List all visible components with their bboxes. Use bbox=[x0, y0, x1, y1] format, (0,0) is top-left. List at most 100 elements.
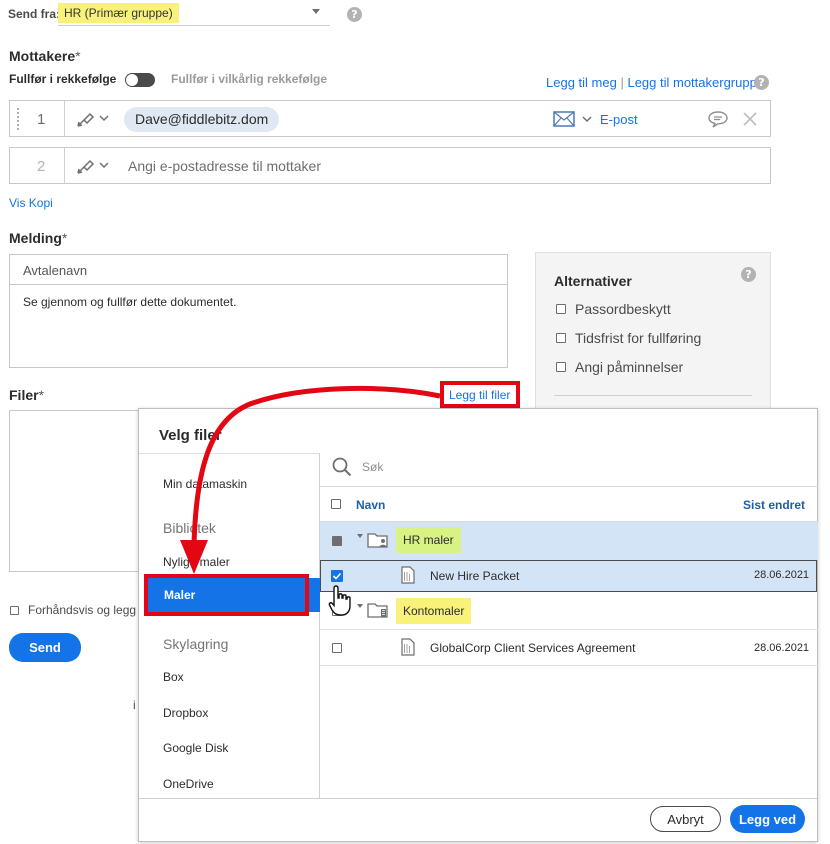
expand-arrow-icon[interactable] bbox=[357, 604, 363, 608]
row-checkbox-checked[interactable] bbox=[331, 570, 343, 582]
chevron-down-icon bbox=[312, 9, 320, 14]
preview-label: Forhåndsvis og legg bbox=[28, 603, 137, 617]
drag-handle-icon[interactable] bbox=[17, 108, 19, 130]
agreement-name-placeholder: Avtalenavn bbox=[23, 263, 88, 278]
signer-role-dropdown[interactable] bbox=[76, 157, 116, 175]
signer-role-dropdown[interactable] bbox=[76, 110, 116, 128]
recipients-title: Mottakere* bbox=[9, 48, 81, 64]
divider bbox=[64, 148, 65, 183]
attach-button[interactable]: Legg ved bbox=[730, 805, 805, 833]
help-icon[interactable]: ? bbox=[754, 75, 769, 90]
file-row-new-hire[interactable]: New Hire Packet 28.06.2021 bbox=[320, 560, 817, 592]
hand-cursor-icon bbox=[328, 585, 351, 616]
message-title: Melding* bbox=[9, 230, 67, 246]
dialog-nav: Min datamaskin Bibliotek Nylige maler Sk… bbox=[139, 453, 320, 798]
options-panel: Alternativer ? Passordbeskytt Tidsfrist … bbox=[535, 252, 771, 412]
recipient-number: 1 bbox=[37, 111, 46, 128]
search-input[interactable]: Søk bbox=[362, 460, 383, 474]
show-cc-link[interactable]: Vis Kopi bbox=[9, 196, 53, 210]
add-files-link-frame: Legg til filer bbox=[440, 381, 520, 408]
help-icon[interactable]: ? bbox=[741, 267, 756, 282]
user-folder-icon bbox=[367, 533, 388, 548]
preview-option[interactable]: Forhåndsvis og legg bbox=[10, 603, 136, 617]
folder-row-kontomaler[interactable]: Kontomaler bbox=[320, 593, 818, 630]
add-links: Legg til meg | Legg til mottakergruppe bbox=[546, 75, 764, 90]
checkbox[interactable] bbox=[556, 333, 566, 343]
checkbox[interactable] bbox=[10, 605, 19, 615]
option-password[interactable]: Passordbeskytt bbox=[556, 301, 671, 317]
sender-select[interactable]: HR (Primær gruppe) bbox=[58, 0, 330, 26]
chevron-down-icon bbox=[99, 115, 109, 122]
message-title-text: Melding bbox=[9, 230, 62, 246]
recipient-email-input[interactable]: Angi e-postadresse til mottaker bbox=[128, 158, 321, 174]
nav-my-computer[interactable]: Min datamaskin bbox=[163, 477, 247, 491]
file-row-globalcorp[interactable]: GlobalCorp Client Services Agreement 28.… bbox=[320, 630, 818, 666]
order-toggle[interactable] bbox=[125, 73, 155, 87]
nav-recent-templates[interactable]: Nylige maler bbox=[163, 555, 230, 569]
close-icon[interactable] bbox=[742, 111, 758, 127]
options-title: Alternativer bbox=[554, 273, 632, 289]
help-icon[interactable]: ? bbox=[347, 7, 362, 22]
agreement-name-input[interactable]: Avtalenavn bbox=[9, 254, 508, 285]
cancel-button[interactable]: Avbryt bbox=[650, 806, 721, 832]
add-me-link[interactable]: Legg til meg bbox=[546, 75, 617, 90]
option-reminders[interactable]: Angi påminnelser bbox=[556, 359, 683, 375]
nav-selection-strip bbox=[309, 578, 320, 612]
message-body-text: Se gjennom og fullfør dette dokumentet. bbox=[23, 295, 237, 309]
option-label: Passordbeskytt bbox=[575, 301, 671, 317]
sender-label: Send fra: bbox=[8, 7, 61, 21]
checkbox[interactable] bbox=[556, 304, 566, 314]
add-files-link[interactable]: Legg til filer bbox=[449, 388, 510, 402]
sender-value: HR (Primær gruppe) bbox=[58, 3, 179, 23]
recipient-email-chip[interactable]: Dave@fiddlebitz.dom bbox=[124, 107, 280, 132]
files-dropzone[interactable] bbox=[9, 410, 149, 572]
nav-templates[interactable]: Maler bbox=[148, 578, 305, 612]
any-order-label[interactable]: Fullfør i vilkårlig rekkefølge bbox=[171, 72, 327, 86]
divider bbox=[320, 486, 818, 487]
pen-nib-icon bbox=[77, 159, 95, 174]
order-label: Fullfør i rekkefølge bbox=[9, 72, 117, 86]
folder-row-hr[interactable]: HR maler bbox=[320, 522, 818, 560]
chevron-down-icon[interactable] bbox=[581, 115, 593, 125]
recipient-row-2: 2 Angi e-postadresse til mottaker bbox=[9, 147, 771, 184]
expand-arrow-icon[interactable] bbox=[357, 534, 363, 538]
comment-icon[interactable] bbox=[707, 110, 729, 128]
nav-dropbox[interactable]: Dropbox bbox=[163, 706, 208, 720]
option-deadline[interactable]: Tidsfrist for fullføring bbox=[556, 330, 701, 346]
column-modified[interactable]: Sist endret bbox=[743, 498, 805, 512]
delivery-method[interactable]: E-post bbox=[600, 112, 638, 127]
nav-google-drive[interactable]: Google Disk bbox=[163, 741, 228, 755]
building-folder-icon bbox=[367, 603, 388, 618]
message-body-textarea[interactable]: Se gjennom og fullfør dette dokumentet. bbox=[9, 284, 508, 368]
pen-nib-icon bbox=[77, 112, 95, 127]
document-icon bbox=[401, 566, 415, 584]
row-checkbox[interactable] bbox=[332, 536, 342, 546]
option-label: Tidsfrist for fullføring bbox=[575, 330, 702, 346]
required-mark: * bbox=[38, 387, 45, 403]
dialog-title: Velg filer bbox=[159, 427, 222, 444]
divider bbox=[554, 395, 752, 396]
row-checkbox[interactable] bbox=[332, 643, 342, 653]
file-name: GlobalCorp Client Services Agreement bbox=[430, 641, 636, 655]
search-icon bbox=[332, 457, 352, 477]
folder-name: Kontomaler bbox=[396, 598, 472, 624]
nav-box[interactable]: Box bbox=[163, 670, 184, 684]
nav-library-heading: Bibliotek bbox=[163, 520, 216, 536]
file-name: New Hire Packet bbox=[430, 569, 520, 583]
chevron-down-icon bbox=[99, 162, 109, 169]
send-button[interactable]: Send bbox=[9, 633, 81, 662]
toggle-knob bbox=[126, 74, 138, 86]
select-files-dialog: Velg filer Min datamaskin Bibliotek Nyli… bbox=[138, 408, 818, 842]
checkbox[interactable] bbox=[556, 362, 566, 372]
recipient-number: 2 bbox=[37, 158, 46, 175]
divider bbox=[64, 101, 65, 136]
select-all-checkbox[interactable] bbox=[331, 499, 341, 509]
nav-templates-label: Maler bbox=[164, 588, 196, 602]
add-group-link[interactable]: Legg til mottakergruppe bbox=[627, 75, 764, 90]
column-name[interactable]: Navn bbox=[356, 498, 385, 512]
recipient-row-1: 1 Dave@fiddlebitz.dom E-post bbox=[9, 100, 771, 137]
bottom-fragment-text: i bbox=[133, 698, 136, 712]
nav-onedrive[interactable]: OneDrive bbox=[163, 777, 214, 791]
required-mark: * bbox=[61, 230, 68, 246]
file-date: 28.06.2021 bbox=[754, 569, 810, 581]
